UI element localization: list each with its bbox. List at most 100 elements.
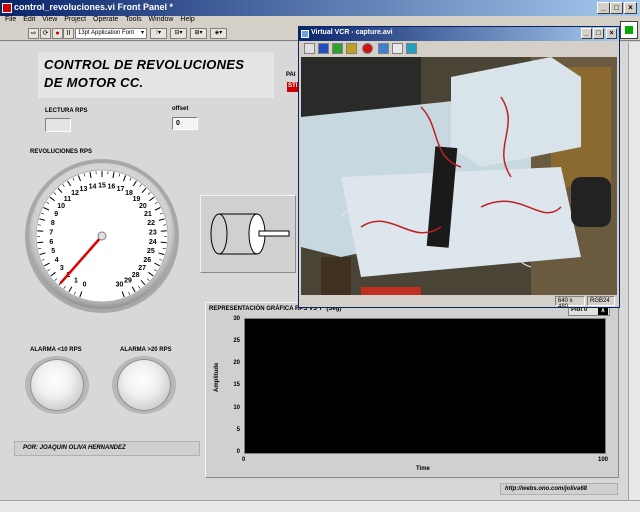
author-box: POR: JOAQUIN OLIVA HERNANDEZ — [14, 441, 200, 456]
ytick: 15 — [233, 382, 240, 388]
panel-title: CONTROL DE REVOLUCIONES DE MOTOR CC. — [38, 52, 274, 98]
vcr-open-icon[interactable] — [304, 43, 315, 54]
gauge-tick-label: 24 — [149, 239, 157, 246]
labview-app-icon — [2, 3, 12, 13]
font-select[interactable]: 13pt Application Font ▾ — [75, 28, 147, 39]
vcr-settings-icon[interactable] — [406, 43, 417, 54]
menu-edit[interactable]: Edit — [23, 16, 35, 23]
maximize-button[interactable]: □ — [610, 2, 623, 14]
menu-help[interactable]: Help — [180, 16, 194, 23]
menu-tools[interactable]: Tools — [125, 16, 141, 23]
alarm-high-led — [117, 359, 171, 411]
minimize-button[interactable]: _ — [597, 2, 610, 14]
alarm-high-frame — [112, 356, 176, 414]
vcr-upload-icon[interactable] — [332, 43, 343, 54]
ytick: 30 — [233, 316, 240, 322]
ytick: 25 — [233, 338, 240, 344]
plot-area[interactable] — [244, 318, 606, 454]
close-button[interactable]: × — [624, 2, 637, 14]
gauge-tick-label: 28 — [132, 272, 140, 279]
alarm-low-led — [30, 359, 84, 411]
run-continuously-icon[interactable]: ⟳ — [40, 28, 51, 39]
font-select-value: 13pt Application Font — [78, 30, 135, 36]
vcr-resolution-icon[interactable] — [392, 43, 403, 54]
vcr-minimize-button[interactable]: _ — [581, 28, 592, 39]
vcr-save-icon[interactable] — [318, 43, 329, 54]
gauge-tick-label: 10 — [57, 203, 65, 210]
y-axis-ticks: 30 25 20 15 10 5 0 — [222, 316, 242, 458]
gauge-tick-label: 19 — [133, 196, 141, 203]
gauge-tick-label: 17 — [117, 186, 125, 193]
hidden-control-label: PAI — [286, 72, 296, 78]
menu-window[interactable]: Window — [149, 16, 174, 23]
gauge-tick-label: 13 — [80, 186, 88, 193]
gauge-tick — [160, 241, 167, 244]
url-label: http://webs.ono.com/joliva68 — [505, 486, 588, 492]
panel-title-line2: DE MOTOR CC. — [44, 75, 144, 90]
menu-operate[interactable]: Operate — [93, 16, 118, 23]
panel-title-line1: CONTROL DE REVOLUCIONES — [44, 57, 245, 72]
lectura-rps-label: LECTURA RPS — [45, 108, 88, 114]
gauge-tick-label: 23 — [149, 229, 157, 236]
alarm-low-frame — [25, 356, 89, 414]
vcr-format-status: RGB24 — [587, 296, 615, 306]
vcr-capture-icon[interactable] — [378, 43, 389, 54]
gauge-tick-label: 5 — [51, 248, 55, 255]
vcr-close-button[interactable]: × — [606, 28, 617, 39]
gauge-tick-label: 0 — [83, 281, 87, 288]
offset-control[interactable]: 0 — [172, 117, 198, 130]
xtick: 100 — [598, 457, 609, 463]
vcr-app-icon — [301, 30, 309, 38]
breadboard-video-image — [301, 57, 617, 295]
gauge-tick-label: 20 — [139, 203, 147, 210]
gauge-tick-label: 9 — [54, 211, 58, 218]
ytick: 5 — [236, 427, 240, 433]
gauge-tick-label: 30 — [116, 281, 124, 288]
align-objects-icon[interactable]: ⁝▾ — [150, 28, 167, 39]
distribute-objects-icon[interactable]: ⊟▾ — [170, 28, 187, 39]
menu-view[interactable]: View — [42, 16, 57, 23]
gauge-tick-label: 4 — [55, 257, 59, 264]
gauge-label: REVOLUCIONES RPS — [30, 149, 93, 155]
vcr-window-title: Virtual VCR - capture.avi — [311, 29, 393, 36]
reorder-objects-icon[interactable]: ◈▾ — [210, 28, 227, 39]
offset-label: offset — [172, 106, 189, 112]
gauge-tick-label: 25 — [147, 248, 155, 255]
motor-image-frame — [200, 195, 296, 273]
vi-icon — [620, 21, 638, 39]
vcr-maximize-button[interactable]: □ — [593, 28, 604, 39]
chevron-down-icon: ▾ — [140, 30, 144, 36]
vcr-resolution-status: 640 x 480 — [555, 296, 585, 310]
menu-file[interactable]: File — [5, 16, 16, 23]
virtual-vcr-window[interactable]: Virtual VCR - capture.avi _ □ × 640 x 48… — [298, 26, 620, 310]
gauge-tick-label: 14 — [89, 183, 97, 190]
gauge-tick-label: 22 — [147, 220, 155, 227]
ytick: 20 — [233, 360, 240, 366]
alarm-low-label: ALARMA <10 RPS — [30, 347, 82, 353]
horizontal-scrollbar[interactable] — [0, 500, 640, 512]
abort-icon[interactable]: ● — [52, 28, 63, 39]
y-axis-label: Amplitude — [214, 362, 220, 392]
dc-motor-icon — [210, 213, 290, 255]
lectura-rps-indicator — [45, 118, 71, 132]
vcr-export-icon[interactable] — [346, 43, 357, 54]
resize-objects-icon[interactable]: ⊞▾ — [190, 28, 207, 39]
run-arrow-icon[interactable]: ⇨ — [28, 28, 39, 39]
url-box: http://webs.ono.com/joliva68 — [500, 483, 618, 495]
vcr-title-bar: Virtual VCR - capture.avi _ □ × — [299, 27, 619, 41]
x-axis-label: Time — [416, 466, 430, 472]
menu-project[interactable]: Project — [64, 16, 86, 23]
rps-gauge[interactable]: 0123456789101112131415161718192021222324… — [22, 158, 184, 316]
vcr-toolbar — [299, 41, 619, 57]
gauge-hub — [97, 231, 107, 241]
vcr-video-frame — [301, 57, 617, 295]
gauge-tick-label: 16 — [108, 183, 116, 190]
main-title-bar: control_revoluciones.vi Front Panel * _ … — [0, 0, 640, 16]
vertical-scrollbar[interactable] — [628, 42, 640, 500]
ytick: 10 — [233, 405, 240, 411]
alarm-high-label: ALARMA >20 RPS — [120, 347, 172, 353]
gauge-tick-label: 7 — [49, 229, 53, 236]
pause-icon[interactable]: II — [63, 28, 74, 39]
gauge-tick-label: 6 — [49, 239, 53, 246]
vcr-record-icon[interactable] — [362, 43, 373, 54]
